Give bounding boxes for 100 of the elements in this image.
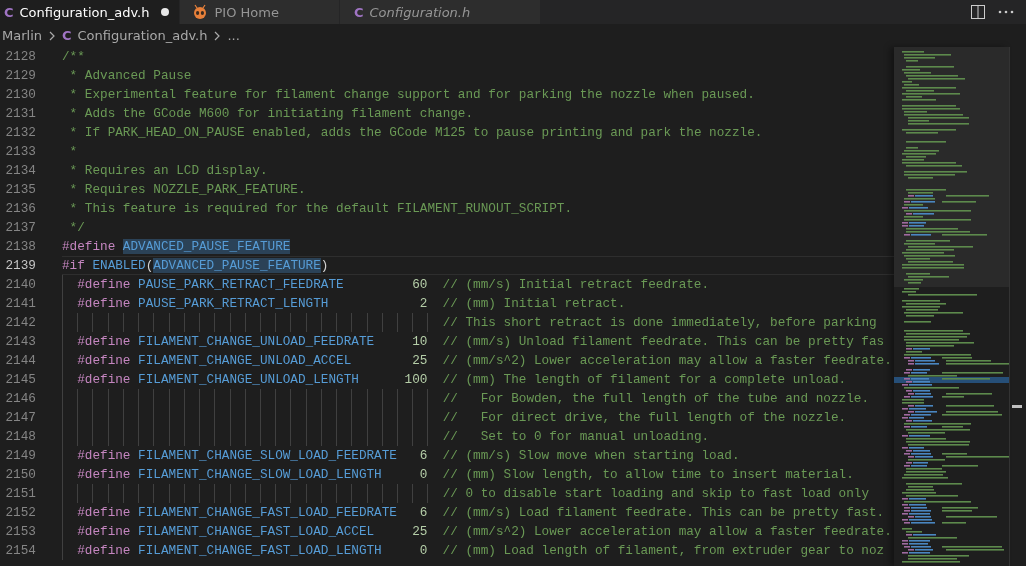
line-number: 2141 (4, 295, 36, 313)
line-number: 2134 (4, 162, 36, 180)
line-number: 2138 (4, 238, 36, 256)
line-number: 2144 (4, 352, 36, 370)
code-comment: // (mm) Slow length, to allow time to insert material. (442, 467, 854, 482)
number-literal: 0 (419, 543, 428, 558)
preprocessor-keyword: #define (77, 334, 131, 349)
code-comment: // For direct drive, the full length of the nozzle. (442, 410, 847, 425)
code-punctuation: ) (320, 258, 329, 273)
code-comment: * Experimental feature for filament change support and for parking the nozzle when paused. (68, 87, 755, 102)
chevron-icon (213, 30, 222, 41)
code-comment: // (mm) Initial retract. (442, 296, 626, 311)
code-punctuation: ( (145, 258, 154, 273)
editor-tab[interactable]: C Configuration_adv.h (0, 0, 181, 24)
line-number: 2153 (4, 523, 36, 541)
macro-name: PAUSE_PARK_RETRACT_FEEDRATE (138, 277, 344, 292)
unsaved-dot-icon (161, 8, 170, 16)
code-comment: * Requires NOZZLE_PARK_FEATURE. (68, 182, 306, 197)
code-comment: // (mm/s) Load filament feedrate. This can be pretty fast. (442, 505, 885, 520)
number-literal: 60 (412, 277, 428, 292)
line-number: 2133 (4, 143, 36, 161)
macro-name: FILAMENT_CHANGE_FAST_LOAD_FEEDRATE (138, 505, 397, 520)
macro-name: FILAMENT_CHANGE_SLOW_LOAD_FEEDRATE (138, 448, 397, 463)
line-number: 2147 (4, 409, 36, 427)
code-comment: * If PARK_HEAD_ON_PAUSE enabled, adds the GCode M125 to pause printing and park the nozzle. (68, 125, 763, 140)
code-comment: /** (61, 49, 85, 64)
number-literal: 25 (412, 353, 428, 368)
line-number: 2145 (4, 371, 36, 389)
line-number: 2151 (4, 485, 36, 503)
preprocessor-keyword: #define (77, 505, 131, 520)
editor-tab[interactable]: PIO Home (180, 0, 340, 24)
macro-name: FILAMENT_CHANGE_UNLOAD_FEEDRATE (138, 334, 375, 349)
line-number: 2154 (4, 542, 36, 560)
code-comment: */ (68, 220, 85, 235)
breadcrumb-item[interactable]: ... (227, 28, 240, 43)
macro-name: FILAMENT_CHANGE_FAST_LOAD_LENGTH (138, 543, 382, 558)
breadcrumb-item[interactable]: Marlin (2, 28, 42, 43)
line-number: 2150 (4, 466, 36, 484)
line-number: 2137 (4, 219, 36, 237)
line-number: 2148 (4, 428, 36, 446)
line-number: 2132 (4, 124, 36, 142)
preprocessor-keyword: #define (77, 372, 131, 387)
code-comment: * (68, 144, 78, 159)
minimap-drawing[interactable] (894, 47, 1009, 566)
code-comment: // (mm/s) Initial retract feedrate. (442, 277, 710, 292)
macro-name: ADVANCED_PAUSE_FEATURE (122, 239, 291, 254)
code-comment: // (mm) The length of filament for a complete unload. (442, 372, 847, 387)
number-literal: 25 (412, 524, 428, 539)
line-number: 2149 (4, 447, 36, 465)
code-comment: * This feature is required for the default FILAMENT_RUNOUT_SCRIPT. (68, 201, 573, 216)
number-literal: 10 (412, 334, 428, 349)
breadcrumb-item[interactable]: Configuration_adv.h (77, 28, 208, 43)
c-file-icon: C (4, 4, 14, 20)
preprocessor-keyword: #define (77, 277, 131, 292)
code-comment: // 0 to disable start loading and skip to fast load only (442, 486, 869, 501)
preprocessor-keyword: #define (77, 296, 131, 311)
chevron-icon (48, 30, 56, 41)
line-number: 2142 (4, 314, 36, 332)
line-number: 2139 (4, 257, 36, 275)
line-number: 2130 (4, 86, 36, 104)
split-editor-icon[interactable] (970, 4, 986, 20)
number-literal: 0 (419, 467, 428, 482)
preprocessor-keyword: #define (77, 467, 131, 482)
c-file-icon: C (62, 28, 72, 43)
code-comment: // For Bowden, the full length of the tube and nozzle. (442, 391, 869, 406)
code-comment: // (mm/s) Slow move when starting load. (442, 448, 740, 463)
number-literal: 2 (419, 296, 428, 311)
macro-name: FILAMENT_CHANGE_FAST_LOAD_ACCEL (138, 524, 375, 539)
code-comment: * Requires an LCD display. (68, 163, 268, 178)
code-comment: // This short retract is done immediately, before parking (442, 315, 877, 330)
preprocessor-keyword: #define (77, 524, 131, 539)
preprocessor-keyword: #define (61, 239, 116, 254)
line-number: 2140 (4, 276, 36, 294)
macro-name: PAUSE_PARK_RETRACT_LENGTH (138, 296, 329, 311)
number-literal: 6 (419, 448, 428, 463)
code-comment: * Adds the GCode M600 for initiating filament change. (68, 106, 474, 121)
preprocessor-keyword: #define (77, 543, 131, 558)
macro-name: FILAMENT_CHANGE_SLOW_LOAD_LENGTH (138, 467, 382, 482)
code-comment: // (mm/s^2) Lower acceleration may allow a faster feedrate. (442, 524, 892, 539)
code-comment: * Advanced Pause (68, 68, 192, 83)
line-number: 2136 (4, 200, 36, 218)
editor-tab[interactable]: C Configuration.h (339, 0, 542, 24)
macro-name: ADVANCED_PAUSE_FEATURE (153, 258, 321, 273)
preprocessor-keyword: #define (77, 448, 131, 463)
line-number: 2143 (4, 333, 36, 351)
more-icon[interactable] (998, 10, 1014, 14)
preprocessor-keyword: #if (61, 258, 85, 273)
c-file-icon: C (353, 4, 364, 20)
line-number: 2128 (4, 48, 36, 66)
scroll-position-marker (1012, 405, 1022, 408)
line-number: 2146 (4, 390, 36, 408)
line-number: 2135 (4, 181, 36, 199)
number-literal: 100 (404, 372, 428, 387)
line-number: 2129 (4, 67, 36, 85)
number-literal: 6 (419, 505, 428, 520)
macro-name: ENABLED (92, 258, 146, 273)
macro-name: FILAMENT_CHANGE_UNLOAD_LENGTH (138, 372, 359, 387)
code-comment: // (mm/s^2) Lower acceleration may allow a faster feedrate. (442, 353, 892, 368)
line-number: 2131 (4, 105, 36, 123)
preprocessor-keyword: #define (77, 353, 131, 368)
